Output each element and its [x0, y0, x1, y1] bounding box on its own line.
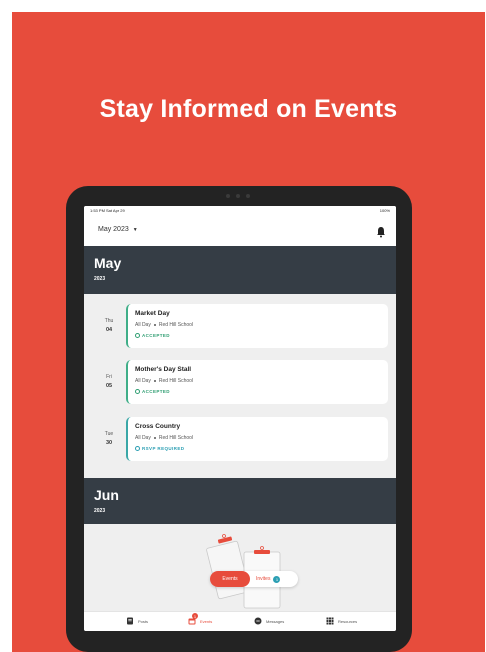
- month-year: 2023: [94, 276, 106, 282]
- event-row[interactable]: Fri 05 Mother's Day Stall All Day Red Hil…: [84, 360, 396, 406]
- event-weekday: Thu: [104, 318, 114, 324]
- event-row[interactable]: Thu 04 Market Day All Day Red Hill School…: [84, 304, 396, 350]
- tab-resources-label: Resources: [338, 618, 358, 624]
- camera-dots: [220, 192, 260, 200]
- event-row[interactable]: Tue 30 Cross Country All Day Red Hill Sch…: [84, 417, 396, 463]
- month-year: 2023: [94, 508, 106, 514]
- event-date: Fri 05: [98, 374, 120, 389]
- event-when: All Day: [135, 435, 151, 441]
- tab-posts-label: Posts: [138, 618, 149, 624]
- tab-messages[interactable]: Messages: [254, 617, 284, 625]
- event-when: All Day: [135, 378, 151, 384]
- event-day-number: 05: [105, 383, 113, 389]
- event-date: Tue 30: [98, 431, 120, 446]
- bell-icon[interactable]: [376, 226, 386, 238]
- events-invites-toggle: Events Invites 1: [210, 571, 298, 587]
- event-location: Red Hill School: [158, 378, 194, 384]
- bottom-tab-bar: Posts 1 Events Messages Resources: [84, 611, 396, 631]
- app-screen: 1:53 PM Sat Apr 29 100% May 2023 ▼ May 2…: [84, 206, 396, 631]
- top-bar: May 2023 ▼: [84, 218, 396, 246]
- status-bar: 1:53 PM Sat Apr 29 100%: [84, 206, 396, 218]
- month-banner-jun: Jun 2023: [84, 478, 396, 524]
- clipboard-illustration: [206, 534, 281, 609]
- tab-events[interactable]: 1 Events: [188, 613, 213, 625]
- toggle-events-button[interactable]: Events: [210, 571, 250, 587]
- invites-count-badge: 1: [273, 575, 281, 583]
- event-card[interactable]: Market Day All Day Red Hill School ACCEPT…: [126, 304, 388, 348]
- event-meta: All Day Red Hill School: [135, 378, 193, 384]
- event-title: Mother's Day Stall: [135, 366, 192, 373]
- event-status: ACCEPTED: [135, 389, 170, 394]
- check-circle-icon: [135, 446, 140, 451]
- month-selector[interactable]: May 2023 ▼: [98, 226, 138, 233]
- event-meta: All Day Red Hill School: [135, 322, 193, 328]
- event-day-number: 04: [105, 327, 113, 333]
- grid-icon: [326, 617, 334, 625]
- caret-down-icon: ▼: [132, 226, 138, 233]
- event-status: ACCEPTED: [135, 333, 170, 338]
- event-weekday: Tue: [104, 431, 114, 437]
- status-battery: 100%: [379, 208, 390, 213]
- event-status-label: ACCEPTED: [142, 389, 170, 394]
- check-circle-icon: [135, 333, 140, 338]
- event-location: Red Hill School: [158, 322, 194, 328]
- posts-icon: [127, 617, 133, 625]
- promo-headline: Stay Informed on Events: [99, 95, 398, 123]
- tab-messages-label: Messages: [266, 618, 285, 624]
- status-time: 1:53 PM Sat Apr 29: [90, 208, 125, 213]
- event-status-label: ACCEPTED: [142, 333, 170, 338]
- event-location: Red Hill School: [158, 435, 194, 441]
- event-title: Cross Country: [135, 423, 181, 430]
- month-name: Jun: [94, 487, 119, 503]
- event-status: RSVP REQUIRED: [135, 446, 184, 451]
- message-icon: [254, 617, 262, 625]
- event-card[interactable]: Cross Country All Day Red Hill School RSV…: [126, 417, 388, 461]
- check-circle-icon: [135, 389, 140, 394]
- toggle-invites-button[interactable]: Invites 1: [256, 571, 281, 587]
- event-meta: All Day Red Hill School: [135, 435, 193, 441]
- event-weekday: Fri: [106, 374, 112, 380]
- tab-posts[interactable]: Posts: [126, 617, 148, 625]
- tab-resources[interactable]: Resources: [326, 617, 357, 625]
- month-name: May: [94, 255, 122, 271]
- event-title: Market Day: [135, 310, 170, 317]
- month-banner-may: May 2023: [84, 246, 396, 294]
- calendar-icon: 1: [188, 613, 198, 625]
- event-status-label: RSVP REQUIRED: [142, 446, 185, 451]
- event-day-number: 30: [105, 440, 113, 446]
- toggle-invites-label: Invites: [256, 576, 271, 582]
- event-when: All Day: [135, 322, 151, 328]
- tab-events-label: Events: [200, 618, 213, 624]
- event-card[interactable]: Mother's Day Stall All Day Red Hill Schoo…: [126, 360, 388, 404]
- event-date: Thu 04: [98, 318, 120, 333]
- month-selector-label: May 2023: [98, 226, 129, 233]
- events-notification-badge: 1: [192, 613, 198, 619]
